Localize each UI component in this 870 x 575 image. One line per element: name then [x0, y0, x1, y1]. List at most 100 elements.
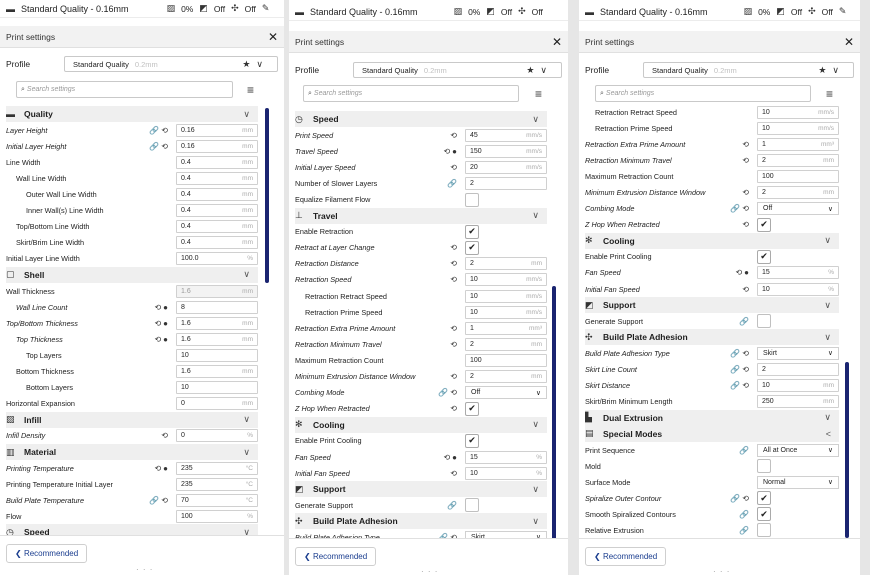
- setting-checkbox[interactable]: [757, 523, 771, 538]
- setting-input[interactable]: 0.4 mm: [176, 171, 258, 185]
- category-cooling[interactable]: ✻ Cooling ∨: [585, 232, 839, 249]
- setting-state-icons[interactable]: ⟲: [713, 188, 757, 197]
- setting-state-icons[interactable]: ⟲: [132, 431, 176, 440]
- setting-input[interactable]: 100: [757, 169, 839, 183]
- setting-checkbox[interactable]: ✔: [757, 217, 771, 232]
- setting-checkbox[interactable]: ✔: [465, 240, 479, 255]
- setting-state-icons[interactable]: 🔗⟲: [713, 204, 757, 213]
- setting-state-icons[interactable]: 🔗: [713, 526, 757, 535]
- resize-grip[interactable]: · · ·: [713, 567, 730, 575]
- category-support[interactable]: ◩ Support ∨: [585, 297, 839, 314]
- setting-state-icons[interactable]: ⟲: [421, 340, 465, 349]
- setting-input[interactable]: 70 °C: [176, 493, 258, 507]
- setting-input[interactable]: 8: [176, 300, 258, 314]
- setting-checkbox[interactable]: [757, 314, 771, 329]
- setting-input[interactable]: 45 mm/s: [465, 128, 547, 142]
- quality-label[interactable]: Standard Quality - 0.16mm: [310, 7, 418, 17]
- setting-input[interactable]: 20 mm/s: [465, 160, 547, 174]
- setting-state-icons[interactable]: 🔗: [713, 446, 757, 455]
- chevron-icon[interactable]: ∨: [532, 516, 539, 527]
- chevron-icon[interactable]: ∨: [824, 412, 831, 423]
- search-input[interactable]: ⌕ Search settings: [16, 81, 233, 98]
- setting-state-icons[interactable]: ⟲●: [421, 147, 465, 156]
- setting-input[interactable]: 10 mm: [757, 379, 839, 393]
- scrollbar[interactable]: [265, 108, 269, 283]
- setting-state-icons[interactable]: ⟲●: [132, 335, 176, 344]
- setting-state-icons[interactable]: ⟲: [421, 163, 465, 172]
- setting-select[interactable]: Normal ∨: [757, 475, 839, 489]
- setting-input[interactable]: 2 mm: [465, 370, 547, 384]
- settings-menu-icon[interactable]: ≡: [247, 84, 254, 96]
- profile-dropdown[interactable]: Standard Quality 0.2mm ★∨: [353, 62, 562, 78]
- setting-input[interactable]: 10 mm/s: [465, 305, 547, 319]
- chevron-icon[interactable]: ∨: [243, 447, 250, 458]
- setting-input[interactable]: 0.4 mm: [176, 220, 258, 234]
- recommended-button[interactable]: ❮ Recommended: [295, 547, 377, 566]
- setting-state-icons[interactable]: 🔗⟲: [713, 349, 757, 358]
- scrollbar[interactable]: [552, 286, 556, 540]
- close-icon[interactable]: ✕: [268, 30, 278, 44]
- setting-input[interactable]: 1.6 mm: [176, 284, 258, 298]
- chevron-icon[interactable]: ∨: [824, 300, 831, 311]
- setting-input[interactable]: 0.16 mm: [176, 123, 258, 137]
- setting-checkbox[interactable]: ✔: [465, 224, 479, 239]
- setting-input[interactable]: 10 mm/s: [465, 273, 547, 287]
- category-dual-extrusion[interactable]: ▙ Dual Extrusion ∨: [585, 409, 839, 426]
- category-build-plate-adhesion[interactable]: ✣ Build Plate Adhesion ∨: [585, 329, 839, 346]
- setting-checkbox[interactable]: ✔: [757, 507, 771, 522]
- chevron-icon[interactable]: ∨: [532, 114, 539, 125]
- category-special-modes[interactable]: ▤ Special Modes <: [585, 425, 839, 442]
- chevron-icon[interactable]: ∨: [824, 332, 831, 343]
- setting-state-icons[interactable]: 🔗⟲: [713, 494, 757, 503]
- resize-grip[interactable]: · · ·: [136, 565, 153, 574]
- setting-state-icons[interactable]: ⟲: [421, 243, 465, 252]
- setting-input[interactable]: 0.4 mm: [176, 204, 258, 218]
- setting-input[interactable]: 10: [176, 381, 258, 395]
- chevron-icon[interactable]: ∨: [243, 109, 250, 120]
- recommended-button[interactable]: ❮ Recommended: [585, 547, 667, 566]
- setting-input[interactable]: 0.4 mm: [176, 155, 258, 169]
- setting-select[interactable]: All at Once ∨: [757, 443, 839, 457]
- setting-select[interactable]: Skirt ∨: [757, 346, 839, 360]
- setting-checkbox[interactable]: [465, 192, 479, 207]
- chevron-icon[interactable]: ∨: [532, 210, 539, 221]
- setting-input[interactable]: 2 mm: [757, 186, 839, 200]
- setting-state-icons[interactable]: ⟲●: [132, 319, 176, 328]
- chevron-icon[interactable]: ∨: [243, 269, 250, 280]
- setting-select[interactable]: Off ∨: [757, 202, 839, 216]
- setting-state-icons[interactable]: 🔗: [421, 179, 465, 188]
- setting-checkbox[interactable]: ✔: [757, 491, 771, 506]
- setting-state-icons[interactable]: ⟲: [421, 469, 465, 478]
- setting-state-icons[interactable]: ⟲: [421, 131, 465, 140]
- chevron-icon[interactable]: ∨: [532, 419, 539, 430]
- category-travel[interactable]: ⊥ Travel ∨: [295, 207, 547, 224]
- setting-state-icons[interactable]: ⟲: [421, 372, 465, 381]
- category-quality[interactable]: ▬ Quality ∨: [6, 106, 258, 123]
- quality-label[interactable]: Standard Quality - 0.16mm: [600, 7, 708, 17]
- setting-input[interactable]: 15%: [757, 266, 839, 280]
- setting-input[interactable]: 0 mm: [176, 397, 258, 411]
- search-input[interactable]: ⌕ Search settings: [303, 85, 519, 102]
- setting-state-icons[interactable]: ⟲●: [421, 453, 465, 462]
- quality-label[interactable]: Standard Quality - 0.16mm: [21, 4, 129, 14]
- setting-input[interactable]: 0.4 mm: [176, 236, 258, 250]
- resize-grip[interactable]: · · ·: [421, 567, 438, 575]
- setting-state-icons[interactable]: ⟲: [713, 156, 757, 165]
- setting-state-icons[interactable]: 🔗: [713, 317, 757, 326]
- setting-state-icons[interactable]: ⟲●: [713, 268, 757, 277]
- category-material[interactable]: ▥ Material ∨: [6, 443, 258, 461]
- setting-input[interactable]: 10 mm/s: [757, 105, 839, 119]
- setting-input[interactable]: 15%: [465, 450, 547, 464]
- setting-state-icons[interactable]: ⟲: [421, 324, 465, 333]
- setting-input[interactable]: 100: [465, 353, 547, 367]
- setting-state-icons[interactable]: 🔗⟲: [132, 496, 176, 505]
- setting-state-icons[interactable]: ⟲: [421, 404, 465, 413]
- setting-input[interactable]: 2 mm: [465, 257, 547, 271]
- setting-input[interactable]: 10 mm/s: [465, 289, 547, 303]
- setting-input[interactable]: 150 mm/s: [465, 144, 547, 158]
- setting-checkbox[interactable]: [757, 459, 771, 474]
- category-infill[interactable]: ▨ Infill ∨: [6, 411, 258, 428]
- setting-state-icons[interactable]: ⟲●: [132, 303, 176, 312]
- setting-checkbox[interactable]: ✔: [757, 249, 771, 264]
- setting-state-icons[interactable]: ⟲: [421, 275, 465, 284]
